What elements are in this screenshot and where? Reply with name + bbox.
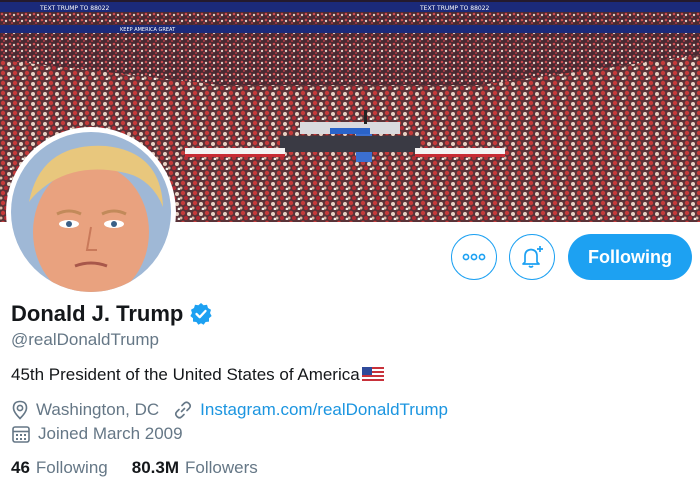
followers-stat[interactable]: 80.3M Followers [132,458,258,478]
handle: @realDonaldTrump [11,330,159,349]
followers-label: Followers [184,458,258,477]
following-stat[interactable]: 46 Following [11,458,108,478]
more-options-button[interactable] [451,234,497,280]
profile-stats: 46 Following 80.3M Followers [11,458,282,478]
website-link[interactable]: Instagram.com/realDonaldTrump [200,400,448,420]
bell-plus-icon [522,246,543,268]
profile-avatar[interactable] [6,127,176,297]
banner-signage: TEXT TRUMP TO 88022 [419,5,490,12]
followers-count: 80.3M [131,458,179,477]
display-name: Donald J. Trump [11,301,184,326]
joined-text: Joined March 2009 [38,424,183,443]
bio: 45th President of the United States of A… [11,365,384,385]
notifications-button[interactable] [509,234,555,280]
profile-meta-joined: Joined March 2009 [11,424,197,444]
location-pin-icon [12,400,28,420]
following-button[interactable]: Following [568,234,692,280]
banner-signage: KEEP AMERICA GREAT [120,27,176,33]
location: Washington, DC [11,400,159,420]
avatar-image [11,132,171,292]
profile-meta: Washington, DC Instagram.com/realDonaldT… [11,400,462,420]
following-count: 46 [11,458,30,477]
verified-badge-icon [190,303,212,325]
link-icon [175,401,192,419]
following-label: Following [35,458,108,477]
name-row: Donald J. Trump [11,301,213,327]
calendar-icon [12,426,30,443]
banner-signage: TEXT TRUMP TO 88022 [39,5,110,12]
joined-date: Joined March 2009 [11,424,183,444]
website: Instagram.com/realDonaldTrump [173,400,448,420]
bio-text: 45th President of the United States of A… [11,365,360,384]
us-flag-icon [361,367,384,383]
location-text: Washington, DC [36,400,160,419]
more-icon [462,253,486,261]
